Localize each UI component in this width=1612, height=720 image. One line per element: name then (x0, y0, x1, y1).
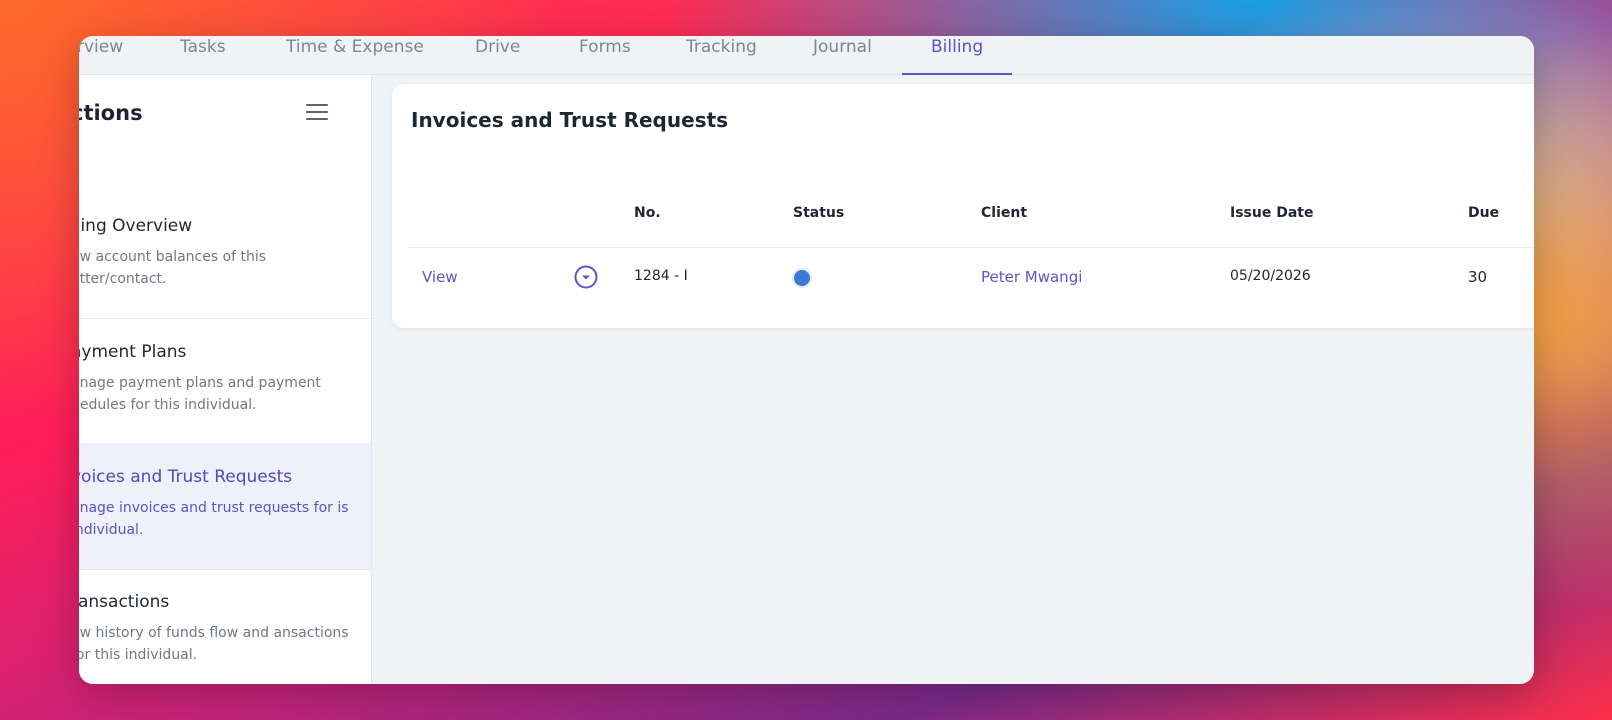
column-header-no: No. (634, 205, 661, 221)
app-window: rview Tasks Time & Expense Drive Forms T… (79, 36, 1534, 684)
column-header-due: Due (1468, 205, 1500, 221)
sidebar-item-title: ransactions (79, 592, 170, 612)
invoices-card: Invoices and Trust Requests No. Status C… (392, 84, 1534, 328)
sidebar-item-description: anage payment plans and payment hedules … (79, 375, 321, 413)
sidebar-header: ctions (79, 101, 371, 141)
tab-time-expense[interactable]: Time & Expense (286, 37, 424, 75)
billing-sidebar: ctions lling Overview ew account balance… (79, 75, 372, 684)
sidebar-item-transactions[interactable]: ransactions ew history of funds flow and… (79, 568, 371, 684)
tab-journal[interactable]: Journal (813, 37, 872, 75)
column-header-client: Client (981, 205, 1028, 221)
issue-date: 05/20/2026 (1230, 268, 1311, 284)
sidebar-item-title: voices and Trust Requests (79, 467, 293, 487)
tab-forms[interactable]: Forms (579, 37, 631, 75)
invoice-number: 1284 - I (634, 268, 688, 284)
status-indicator (794, 270, 810, 286)
tab-billing[interactable]: Billing (901, 37, 1013, 75)
sidebar-item-description: ew account balances of this atter/contac… (79, 249, 267, 287)
tab-bar: rview Tasks Time & Expense Drive Forms T… (79, 36, 1534, 75)
table-divider (409, 247, 1534, 248)
sidebar-item-title: ayment Plans (79, 342, 187, 362)
sidebar-item-payment-plans[interactable]: ayment Plans anage payment plans and pay… (79, 318, 371, 445)
column-header-status: Status (793, 205, 845, 221)
sidebar-item-description: anage invoices and trust requests for is… (79, 500, 349, 538)
sidebar-item-billing-overview[interactable]: lling Overview ew account balances of th… (79, 192, 371, 319)
sidebar-item-invoices-trust-requests[interactable]: voices and Trust Requests anage invoices… (79, 443, 371, 570)
tab-overview[interactable]: rview (79, 37, 123, 75)
sidebar-title: ctions (79, 101, 143, 125)
chevron-down-circle-icon[interactable] (574, 265, 598, 289)
sidebar-item-description: ew history of funds flow and ansactions … (79, 625, 349, 663)
tab-tracking[interactable]: Tracking (686, 37, 757, 75)
tab-drive[interactable]: Drive (475, 37, 520, 75)
due-value: 30 (1468, 268, 1488, 286)
tab-tasks[interactable]: Tasks (180, 37, 226, 75)
hamburger-menu-icon[interactable] (306, 103, 328, 121)
view-link[interactable]: View (422, 268, 458, 286)
page-title: Invoices and Trust Requests (411, 108, 729, 132)
client-link[interactable]: Peter Mwangi (981, 268, 1082, 286)
column-header-issue-date: Issue Date (1230, 205, 1314, 221)
sidebar-item-title: lling Overview (79, 216, 193, 236)
